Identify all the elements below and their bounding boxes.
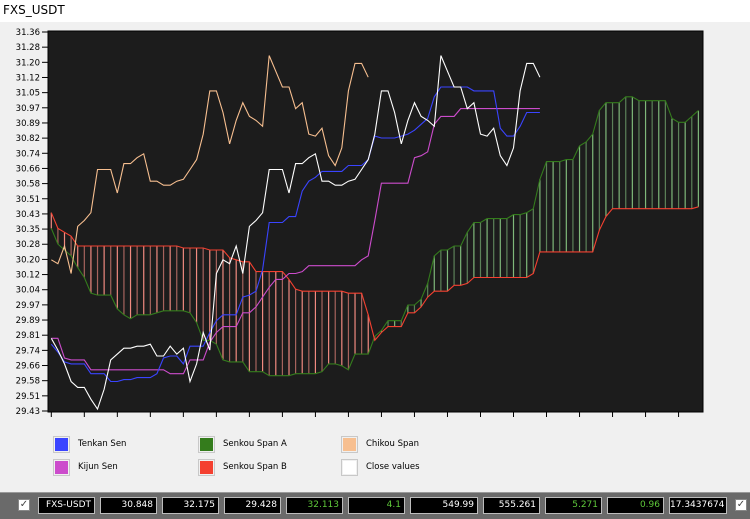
- y-tick-label: 30.58: [16, 180, 40, 190]
- left-checkbox[interactable]: ✓: [18, 499, 30, 511]
- legend-label: Tenkan Sen: [78, 439, 127, 449]
- legend-swatch: [341, 459, 358, 476]
- y-tick-label: 31.20: [16, 58, 40, 68]
- y-tick-label: 30.35: [16, 225, 40, 235]
- value-field: 29.428: [224, 497, 281, 514]
- value-field: 32.175: [162, 497, 219, 514]
- value-field: 32.113: [286, 497, 343, 514]
- legend-swatch: [53, 436, 70, 453]
- ichimoku-chart: 31.36 31.28 31.20 31.12 31.05 30.97 30.89 30.82…: [16, 28, 704, 417]
- y-tick-label: 30.28: [16, 240, 40, 250]
- legend-label: Close values: [366, 462, 420, 472]
- legend-label: Kijun Sen: [78, 462, 118, 472]
- symbol-field: FXS-USDT: [38, 497, 95, 514]
- x-axis: 05101520253035404550556065707580859095: [50, 412, 680, 417]
- legend-swatch: [198, 436, 215, 453]
- y-tick-label: 29.43: [16, 407, 40, 417]
- value-field: 4.1: [348, 497, 405, 514]
- y-tick-label: 30.43: [16, 210, 40, 220]
- value-field: 549.99: [410, 497, 478, 514]
- y-tick-label: 29.66: [16, 362, 40, 372]
- y-tick-label: 29.58: [16, 377, 40, 387]
- title-bar: FXS_USDT: [0, 0, 750, 22]
- value-field: 17.3437674: [669, 497, 727, 514]
- y-tick-label: 30.20: [16, 255, 40, 265]
- y-tick-label: 30.97: [16, 104, 40, 114]
- y-tick-label: 30.51: [16, 195, 40, 205]
- window-title: FXS_USDT: [3, 3, 65, 17]
- value-field: 555.261: [483, 497, 540, 514]
- y-tick-label: 31.05: [16, 89, 40, 99]
- legend-label: Chikou Span: [366, 439, 419, 449]
- legend-label: Senkou Span B: [223, 462, 287, 472]
- y-tick-label: 31.36: [16, 28, 40, 38]
- y-tick-label: 30.66: [16, 164, 40, 174]
- y-tick-label: 30.12: [16, 271, 40, 281]
- value-field: 5.271: [545, 497, 602, 514]
- value-field: 0.96: [607, 497, 664, 514]
- y-tick-label: 30.04: [16, 286, 40, 296]
- plot-area: [47, 30, 704, 413]
- legend-label: Senkou Span A: [223, 439, 287, 449]
- y-tick-label: 29.81: [16, 331, 40, 341]
- y-tick-label: 29.89: [16, 316, 40, 326]
- right-checkbox[interactable]: ✓: [735, 499, 747, 511]
- bottom-toolbar: ✓ FXS-USDT 30.848 32.175 29.428 32.113 4.1 549…: [0, 492, 750, 519]
- y-tick-label: 30.74: [16, 149, 40, 159]
- y-tick-label: 29.51: [16, 392, 40, 402]
- y-axis: 31.36 31.28 31.20 31.12 31.05 30.97 30.89 30.82…: [16, 28, 48, 417]
- y-tick-label: 30.89: [16, 119, 40, 129]
- value-field: 30.848: [100, 497, 157, 514]
- legend-swatch: [53, 459, 70, 476]
- y-tick-label: 29.97: [16, 301, 40, 311]
- y-tick-label: 31.28: [16, 43, 40, 53]
- y-tick-label: 30.82: [16, 134, 40, 144]
- legend-swatch: [198, 459, 215, 476]
- y-tick-label: 31.12: [16, 73, 40, 83]
- y-tick-label: 29.74: [16, 346, 40, 356]
- legend-swatch: [341, 436, 358, 453]
